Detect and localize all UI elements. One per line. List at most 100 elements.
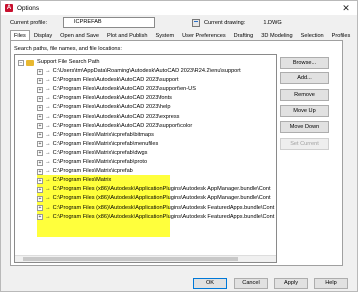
move-down-button[interactable]: Move Down — [280, 121, 329, 133]
title-bar[interactable]: A Options ✕ — [1, 1, 357, 15]
add-button[interactable]: Add... — [280, 72, 329, 84]
expand-toggle-icon[interactable]: + — [37, 168, 43, 175]
path-arrow-icon: → — [45, 186, 51, 193]
tree-item[interactable]: + → C:\Program Files\Autodesk\AutoCAD 2023… — [37, 85, 196, 94]
path-arrow-icon: → — [45, 140, 51, 147]
tree-item-path: C:\Program Files\Matrix\icprefab\bitmaps — [52, 131, 154, 138]
tree-item-path: C:\Program Files\Matrix\icprefab\proto — [52, 159, 148, 165]
tree-item[interactable]: + → C:\Program Files (x86)\Autodesk\Applic… — [37, 213, 274, 222]
folder-icon — [26, 59, 34, 66]
current-drawing-value: 1.DWG — [263, 19, 282, 26]
path-arrow-icon: → — [45, 177, 51, 184]
expand-toggle-icon[interactable]: + — [37, 95, 43, 102]
tab-display[interactable]: Display — [29, 30, 57, 40]
expand-toggle-icon[interactable]: + — [37, 177, 43, 184]
tree-item[interactable]: + → C:\Users\tm\AppData\Roaming\Autodesk\A… — [37, 67, 241, 76]
expand-toggle-icon[interactable]: + — [37, 214, 43, 221]
current-profile-label: Current profile: — [10, 20, 47, 26]
path-arrow-icon: → — [45, 213, 51, 220]
path-arrow-icon: → — [45, 204, 51, 211]
path-arrow-icon: → — [45, 113, 51, 120]
tab-profiles[interactable]: Profiles — [327, 30, 355, 40]
tree-caption: Search paths, file names, and file locat… — [14, 46, 122, 52]
expand-toggle-icon[interactable]: + — [37, 159, 43, 166]
ok-button[interactable]: OK — [193, 278, 227, 289]
tree-item-path: C:\Program Files\Matrix — [52, 177, 112, 184]
tab-selection[interactable]: Selection — [296, 30, 328, 40]
help-button[interactable]: Help — [314, 278, 348, 289]
tree-item-path: C:\Program Files\Autodesk\AutoCAD 2023\e… — [52, 113, 180, 120]
tree-item[interactable]: + → C:\Program Files\Autodesk\AutoCAD 2023… — [37, 103, 170, 112]
current-drawing-group: Current drawing: 1.DWG — [192, 17, 282, 28]
current-profile-value: ICPREFAB — [63, 17, 155, 28]
tab-plot-and-publish[interactable]: Plot and Publish — [103, 30, 152, 40]
tree-item[interactable]: + → C:\Program Files\Autodesk\AutoCAD 2023… — [37, 113, 179, 122]
expand-toggle-icon[interactable]: + — [37, 123, 43, 130]
path-arrow-icon: → — [45, 68, 51, 74]
scrollbar-thumb[interactable] — [23, 257, 238, 261]
tree-item[interactable]: + → C:\Program Files\Matrix\icprefab — [37, 167, 133, 176]
tree-item[interactable]: + → C:\Program Files\Autodesk\AutoCAD 2023… — [37, 122, 192, 131]
tab-user-preferences[interactable]: User Preferences — [178, 30, 230, 40]
tab-system[interactable]: System — [151, 30, 179, 40]
expand-toggle-icon[interactable]: + — [37, 205, 43, 211]
expand-toggle-icon[interactable]: + — [37, 132, 43, 139]
expand-toggle-icon[interactable]: + — [37, 68, 43, 75]
profile-row: Current profile: ICPREFAB Current drawin… — [10, 17, 348, 29]
file-tree[interactable]: − Support File Search Path + → C:\Users\tm… — [14, 54, 277, 263]
drawing-file-icon — [192, 18, 200, 27]
tab-drafting[interactable]: Drafting — [229, 30, 258, 40]
remove-button[interactable]: Remove — [280, 89, 329, 101]
tree-item-path: C:\Program Files\Autodesk\AutoCAD 2023\f… — [52, 95, 172, 102]
autocad-app-icon: A — [5, 4, 13, 12]
path-arrow-icon: → — [45, 131, 51, 138]
tree-item-path: C:\Program Files (x86)\Autodesk\Applicat… — [52, 195, 271, 202]
tree-item[interactable]: + → C:\Program Files (x86)\Autodesk\Applic… — [37, 204, 274, 213]
tree-item[interactable]: + → C:\Program Files\Autodesk\AutoCAD 2023… — [37, 76, 179, 85]
tab-3d-modeling[interactable]: 3D Modeling — [257, 30, 297, 40]
path-arrow-icon: → — [45, 95, 51, 102]
horizontal-scrollbar[interactable] — [15, 255, 276, 262]
tree-item[interactable]: + → C:\Program Files (x86)\Autodesk\Applic… — [37, 185, 271, 194]
tree-item[interactable]: + → C:\Program Files\Matrix\icprefab\proto — [37, 158, 147, 167]
tab-files[interactable]: Files — [10, 30, 30, 40]
set-current-button[interactable]: Set Current — [280, 138, 329, 150]
expand-toggle-icon[interactable]: + — [37, 114, 43, 120]
tree-item-path: C:\Program Files\Matrix\icprefab — [52, 168, 133, 175]
tree-item-path: C:\Program Files (x86)\Autodesk\Applicat… — [52, 213, 275, 220]
tree-item-path: C:\Program Files (x86)\Autodesk\Applicat… — [52, 186, 271, 193]
apply-button[interactable]: Apply — [274, 278, 308, 289]
current-drawing-label: Current drawing: — [204, 19, 246, 26]
path-arrow-icon: → — [45, 149, 51, 156]
tree-item-path: C:\Program Files\Autodesk\AutoCAD 2023\s… — [52, 77, 179, 84]
expand-toggle-icon[interactable]: + — [37, 104, 43, 111]
path-arrow-icon: → — [45, 168, 51, 175]
path-arrow-icon: → — [45, 122, 51, 129]
collapse-toggle-icon[interactable]: − — [18, 59, 24, 66]
browse-button[interactable]: Browse... — [280, 57, 329, 69]
tree-root-label: Support File Search Path — [37, 59, 100, 65]
expand-toggle-icon[interactable]: + — [37, 186, 43, 193]
expand-toggle-icon[interactable]: + — [37, 150, 43, 157]
tree-item[interactable]: + → C:\Program Files\Matrix — [37, 176, 111, 185]
expand-toggle-icon[interactable]: + — [37, 77, 43, 84]
tree-item[interactable]: + → C:\Program Files\Matrix\icprefab\dwgs — [37, 149, 147, 158]
path-arrow-icon: → — [45, 77, 51, 84]
close-icon[interactable]: ✕ — [339, 2, 353, 14]
tab-open-and-save[interactable]: Open and Save — [56, 30, 104, 40]
tree-item[interactable]: + → C:\Program Files\Matrix\icprefab\menuf… — [37, 140, 158, 149]
expand-toggle-icon[interactable]: + — [37, 86, 43, 93]
tree-root-row[interactable]: − Support File Search Path — [18, 58, 100, 67]
tree-item[interactable]: + → C:\Program Files\Autodesk\AutoCAD 2023… — [37, 94, 172, 103]
tree-item-path: C:\Program Files\Autodesk\AutoCAD 2023\h… — [52, 104, 171, 111]
path-arrow-icon: → — [45, 159, 51, 165]
tree-item-path: C:\Program Files\Autodesk\AutoCAD 2023\s… — [52, 86, 196, 93]
cancel-button[interactable]: Cancel — [234, 278, 268, 289]
tree-item[interactable]: + → C:\Program Files (x86)\Autodesk\Applic… — [37, 194, 271, 203]
tree-item[interactable]: + → C:\Program Files\Matrix\icprefab\bitma… — [37, 131, 154, 140]
tree-item-path: C:\Program Files (x86)\Autodesk\Applicat… — [52, 204, 275, 211]
expand-toggle-icon[interactable]: + — [37, 195, 43, 202]
options-dialog: A Options ✕ Current profile: ICPREFAB Cu… — [0, 0, 358, 292]
expand-toggle-icon[interactable]: + — [37, 141, 43, 148]
move-up-button[interactable]: Move Up — [280, 105, 329, 117]
